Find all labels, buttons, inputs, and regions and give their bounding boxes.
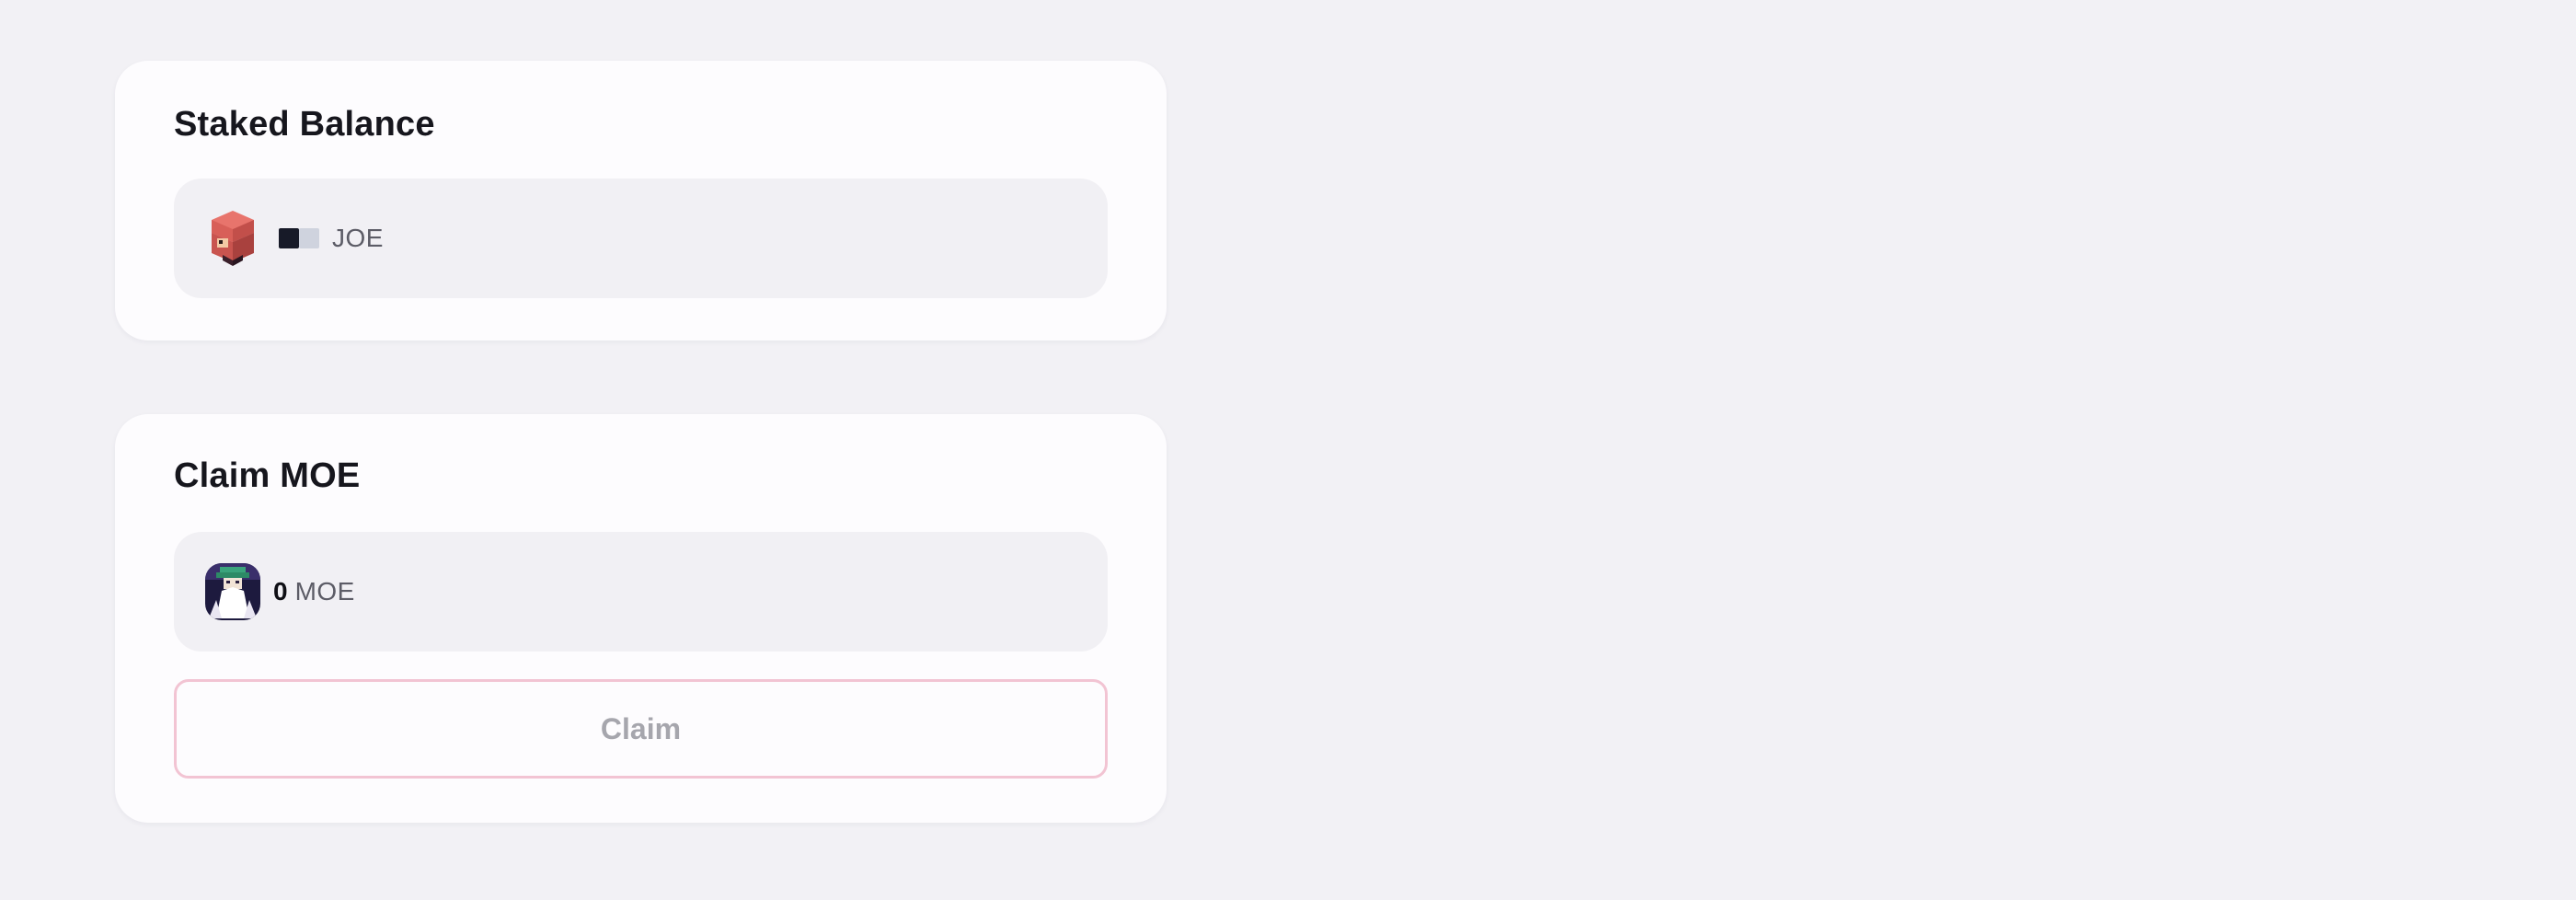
claim-moe-title: Claim MOE xyxy=(174,456,361,495)
moe-token-icon xyxy=(205,562,260,621)
claim-moe-card: Claim MOE 0 MOE Claim xyxy=(115,414,1167,823)
joe-token-icon xyxy=(205,209,260,268)
amount-loading-skeleton xyxy=(279,228,319,248)
staked-balance-title: Staked Balance xyxy=(174,105,435,144)
staked-balance-box: JOE xyxy=(174,179,1108,298)
claim-token-symbol: MOE xyxy=(294,577,355,606)
claim-moe-box: 0 MOE xyxy=(174,532,1108,652)
claimable-amount: 0 xyxy=(273,577,288,606)
staked-balance-card: Staked Balance JOE xyxy=(115,61,1167,340)
staked-token-symbol: JOE xyxy=(332,224,384,252)
claim-button[interactable]: Claim xyxy=(174,679,1108,779)
page: Staked Balance JOE Claim MOE 0 MOE Claim xyxy=(0,0,2576,900)
